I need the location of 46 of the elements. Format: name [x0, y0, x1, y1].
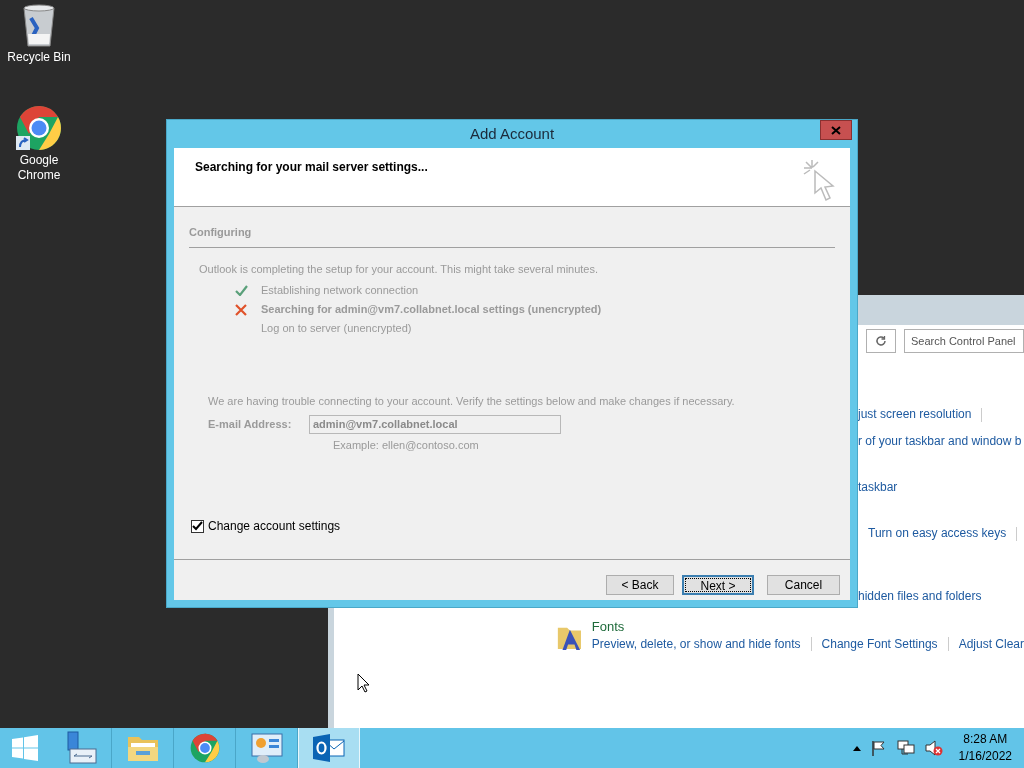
mouse-cursor-icon — [357, 673, 369, 693]
checkbox-label[interactable]: Change account settings — [208, 517, 341, 535]
desktop-icon-label[interactable]: Google Chrome — [7, 153, 71, 183]
step-label: Searching for admin@vm7.collabnet.local settings (unencrypted) — [261, 302, 602, 318]
intro-text: Outlook is completing the setup for your account. This might take several minutes. — [199, 261, 600, 277]
recycle-bin-icon — [21, 4, 57, 48]
chrome-icon — [16, 105, 62, 151]
section-title: Fonts — [591, 619, 626, 634]
checkbox[interactable] — [191, 519, 204, 533]
flag-icon[interactable] — [870, 740, 887, 756]
control-panel-link[interactable]: Change Font Settings — [821, 635, 938, 653]
control-panel-link[interactable]: Adjust Clear — [958, 635, 1024, 653]
control-panel-link[interactable]: taskbar — [858, 479, 898, 496]
dialog-heading: Searching for your mail server settings... — [195, 159, 428, 176]
control-panel-link[interactable]: Turn on easy access keys — [868, 525, 1007, 542]
outlook-icon — [313, 734, 345, 762]
step-label: Establishing network connection — [261, 283, 419, 299]
control-panel-link[interactable]: just screen resolution — [858, 406, 972, 423]
speaker-muted-icon[interactable] — [924, 740, 943, 756]
check-icon — [235, 285, 248, 296]
step-label: Log on to server (unencrypted) — [261, 321, 412, 337]
control-panel-icon — [249, 732, 284, 764]
dialog-button[interactable]: Next > — [682, 575, 754, 595]
chrome-icon — [189, 733, 220, 763]
refresh-icon — [875, 335, 887, 347]
control-panel-link[interactable]: r of your taskbar and window b — [858, 433, 1022, 450]
search-field[interactable]: Search Control Panel — [904, 329, 1024, 353]
close-button[interactable] — [820, 120, 852, 140]
windows-logo-icon — [12, 735, 38, 761]
show-hidden-icons-icon[interactable] — [852, 745, 861, 751]
example-text: Example: ellen@contoso.com — [333, 437, 480, 453]
error-message: We are having trouble connecting to your account. Verify the settings below and make changes if necessary. — [208, 394, 736, 409]
refresh-button[interactable] — [866, 329, 896, 353]
window-title: Add Account — [469, 123, 555, 144]
section-title: Configuring — [189, 225, 253, 240]
dialog-button[interactable]: Cancel — [767, 575, 840, 595]
desktop-icon-label[interactable]: Recycle Bin — [7, 50, 71, 65]
email-label: E-mail Address: — [208, 416, 293, 432]
close-icon — [831, 125, 841, 135]
control-panel-link[interactable]: Preview, delete, or show and hide fonts — [591, 635, 801, 653]
network-icon[interactable] — [896, 740, 915, 756]
error-x-icon — [235, 303, 247, 316]
clock-date[interactable]: 1/16/2022 — [958, 748, 1012, 765]
control-panel-link[interactable]: hidden files and folders — [858, 588, 982, 605]
clock-time[interactable]: 8:28 AM — [963, 731, 1008, 748]
dialog-button[interactable]: < Back — [606, 575, 674, 595]
